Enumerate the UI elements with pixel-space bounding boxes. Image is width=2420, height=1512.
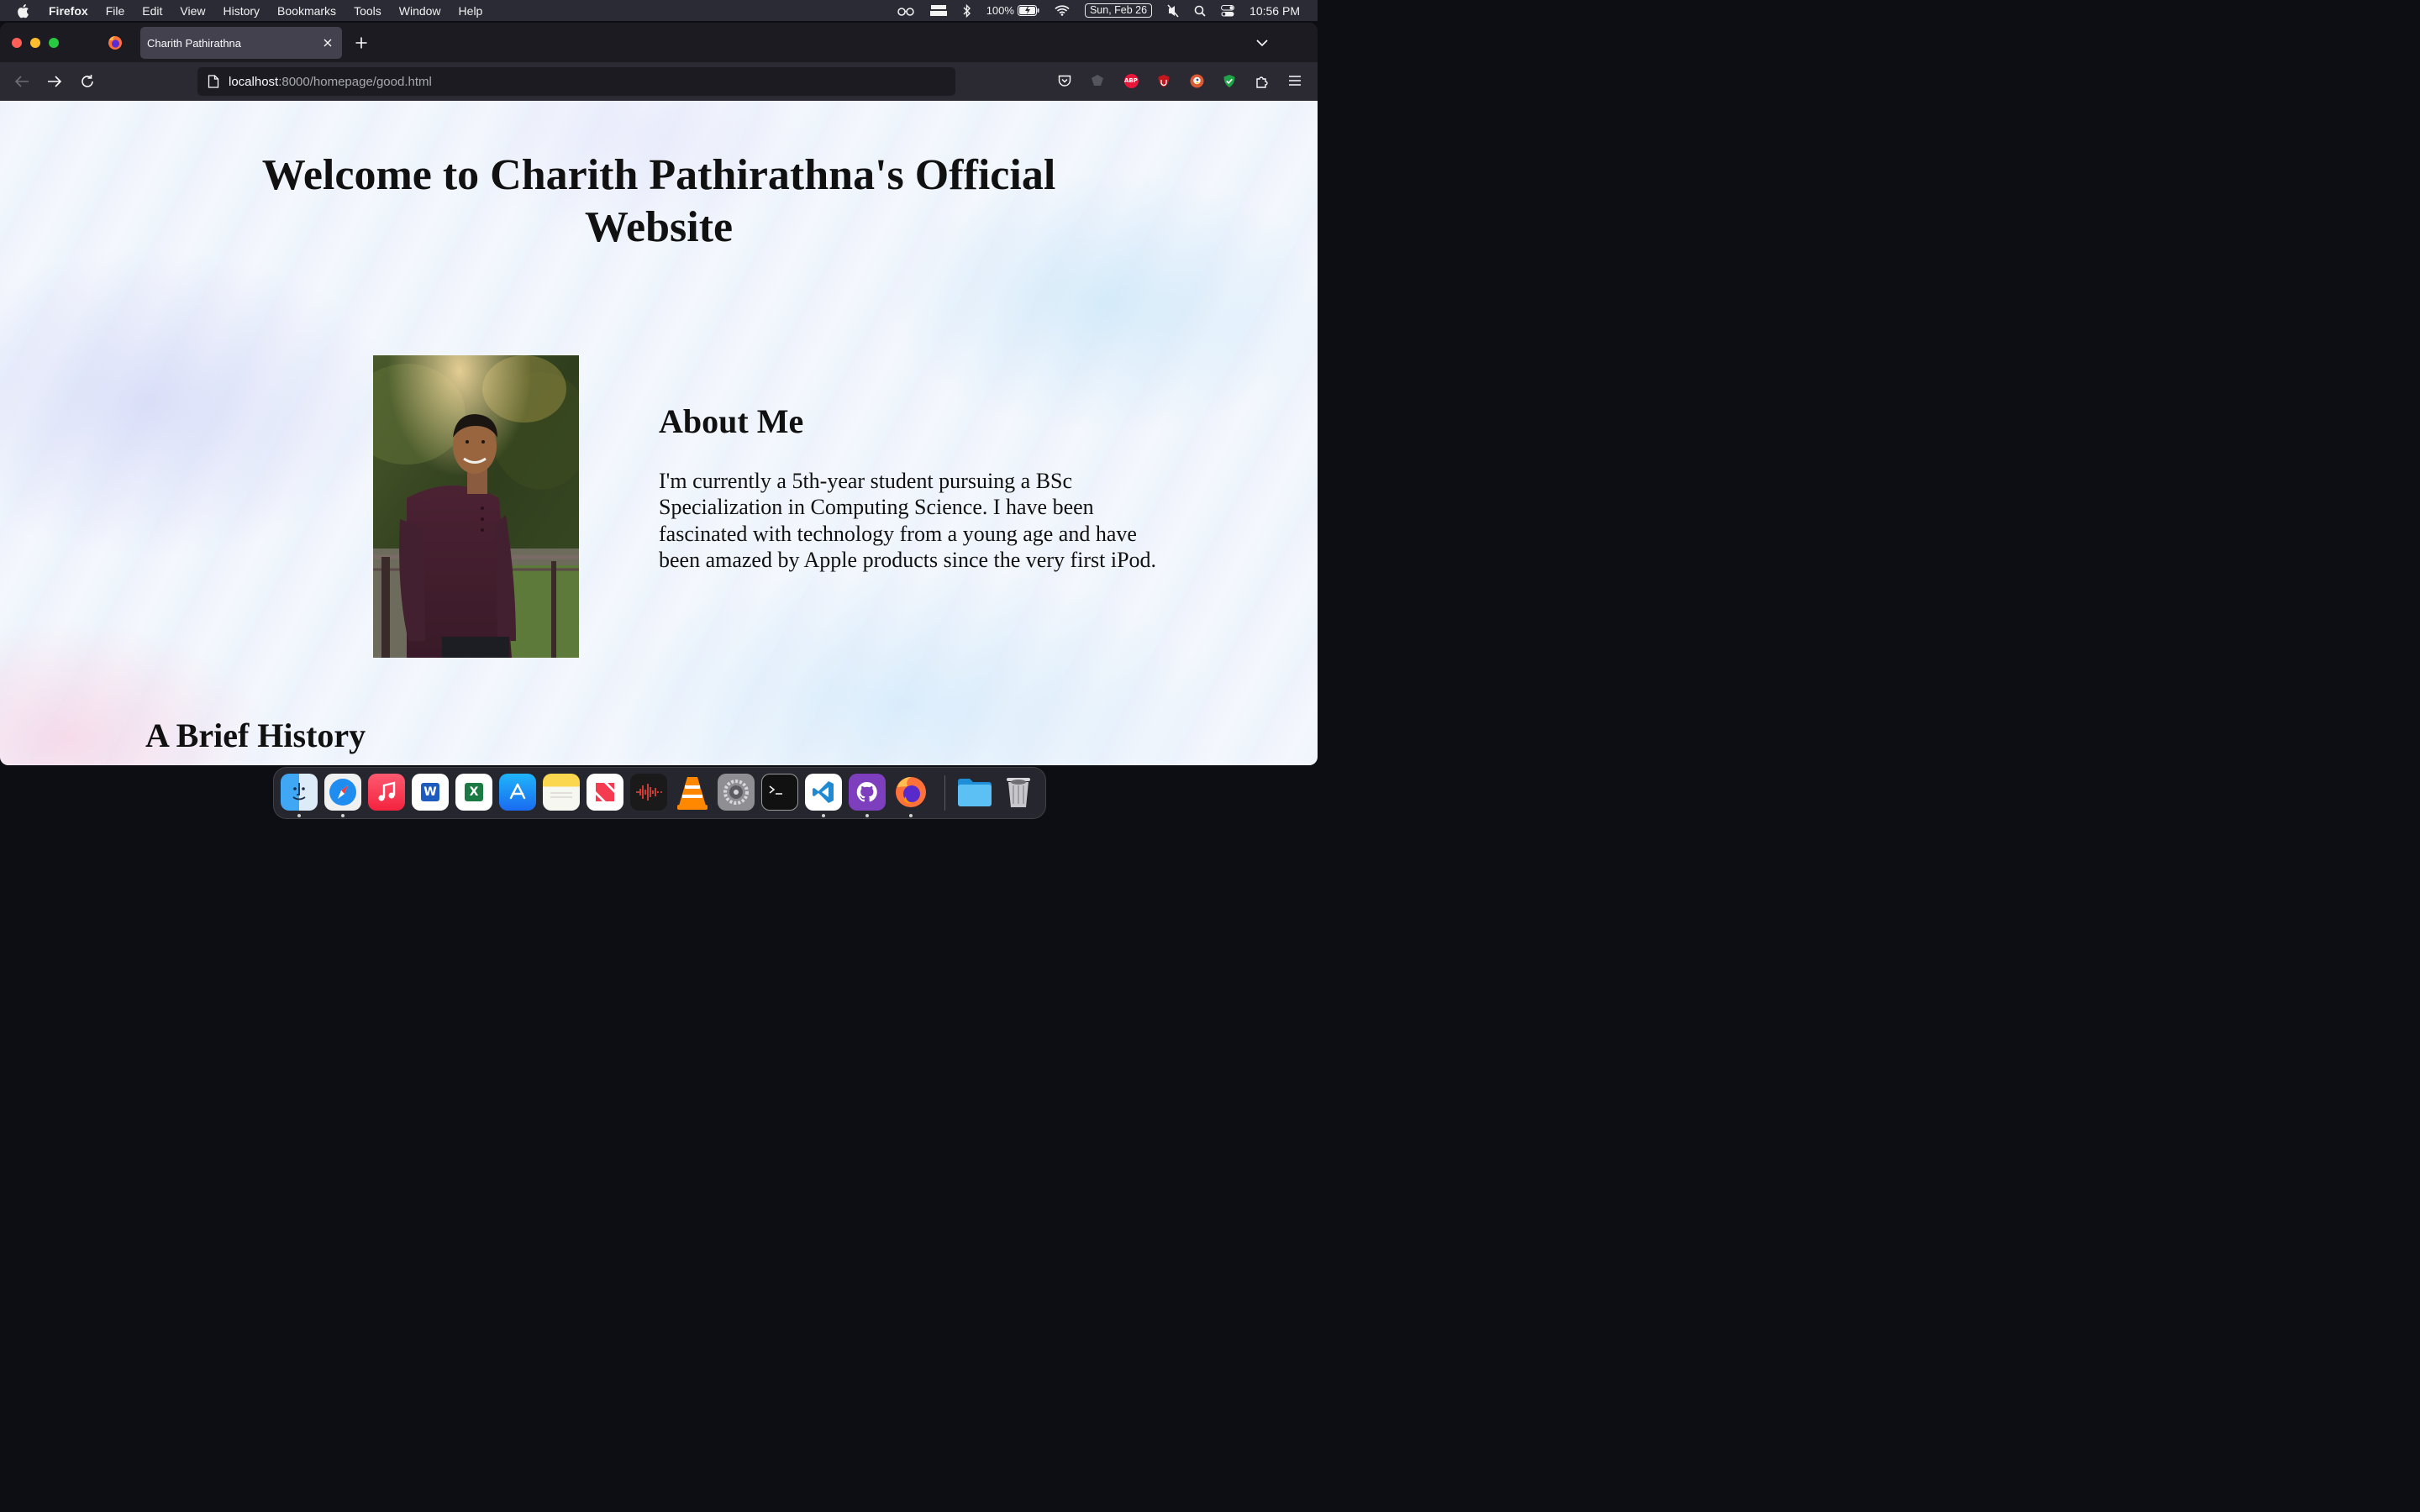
close-window-button[interactable] <box>12 38 22 48</box>
menu-edit[interactable]: Edit <box>142 4 162 18</box>
clock[interactable]: 10:56 PM <box>1249 4 1300 18</box>
duckduckgo-icon[interactable] <box>1189 73 1204 88</box>
dock-finder-icon[interactable] <box>281 774 318 811</box>
date-display[interactable]: Sun, Feb 26 <box>1084 3 1153 18</box>
page-viewport: Welcome to Charith Pathirathna's Officia… <box>0 101 1318 765</box>
firefox-window: Charith Pathirathna localhost:8000/homep… <box>0 23 1318 765</box>
pocket-icon[interactable] <box>1057 73 1072 88</box>
dock-separator <box>944 775 945 811</box>
dock-github-desktop-icon[interactable] <box>849 774 886 811</box>
dock-firefox-icon[interactable] <box>892 774 929 811</box>
excel-letter: X <box>465 783 483 801</box>
battery-percent: 100% <box>986 4 1014 17</box>
dock-safari-icon[interactable] <box>324 774 361 811</box>
battery-icon[interactable] <box>1017 5 1039 16</box>
wifi-icon[interactable] <box>1055 5 1070 16</box>
minimize-window-button[interactable] <box>30 38 40 48</box>
url-path: :8000/homepage/good.html <box>278 75 432 89</box>
menu-tools[interactable]: Tools <box>354 4 381 18</box>
reload-icon[interactable] <box>79 73 96 90</box>
menu-help[interactable]: Help <box>459 4 483 18</box>
dock-news-icon[interactable] <box>587 774 623 811</box>
page-document-icon[interactable] <box>208 75 219 88</box>
macos-menu-bar: Firefox File Edit View History Bookmarks… <box>0 0 1318 21</box>
firefox-running-dot <box>909 814 913 817</box>
extensions-icon[interactable] <box>1255 73 1270 88</box>
about-me-heading: About Me <box>659 402 804 440</box>
navigation-toolbar: localhost:8000/homepage/good.html ABP <box>0 62 1318 101</box>
dock-notes-icon[interactable] <box>543 774 580 811</box>
tab-title: Charith Pathirathna <box>147 37 242 50</box>
url-bar[interactable]: localhost:8000/homepage/good.html <box>197 67 955 96</box>
url-text[interactable]: localhost:8000/homepage/good.html <box>229 75 432 89</box>
dock: W X <box>273 767 1046 819</box>
firefox-view-icon[interactable] <box>108 35 123 50</box>
reading-glasses-icon[interactable] <box>897 6 914 16</box>
apple-logo-icon[interactable] <box>16 3 31 18</box>
new-tab-icon[interactable] <box>355 36 368 50</box>
vscode-running-dot <box>822 814 825 817</box>
tab-charith-pathirathna[interactable]: Charith Pathirathna <box>140 27 342 59</box>
dock-excel-icon[interactable]: X <box>455 774 492 811</box>
dock-trash-icon[interactable] <box>1000 774 1037 811</box>
display-menu-icon[interactable] <box>929 4 948 18</box>
list-all-tabs-chevron-down-icon[interactable] <box>1255 36 1269 50</box>
page-title: Welcome to Charith Pathirathna's Officia… <box>261 151 1056 251</box>
finder-running-dot <box>297 814 301 817</box>
adguard-icon[interactable] <box>1090 73 1105 88</box>
status-menu-extras: 100% Sun, Feb 26 10:56 PM <box>897 0 1318 21</box>
about-me-text: I'm currently a 5th-year student pursuin… <box>659 469 1157 572</box>
dock-vscode-icon[interactable] <box>805 774 842 811</box>
spotlight-search-icon[interactable] <box>1194 5 1206 17</box>
forward-arrow-icon[interactable] <box>46 73 63 90</box>
close-tab-icon[interactable] <box>322 37 334 49</box>
bluetooth-icon[interactable] <box>963 3 971 18</box>
menu-app-firefox[interactable]: Firefox <box>49 4 88 18</box>
dock-music-icon[interactable] <box>368 774 405 811</box>
mute-icon[interactable] <box>1167 4 1179 18</box>
tab-bar: Charith Pathirathna <box>0 23 1318 62</box>
adblock-plus-label: ABP <box>1123 73 1139 88</box>
menu-view[interactable]: View <box>180 4 205 18</box>
dock-word-icon[interactable]: W <box>412 774 449 811</box>
menu-window[interactable]: Window <box>399 4 441 18</box>
dock-app-store-icon[interactable] <box>499 774 536 811</box>
github-desktop-running-dot <box>865 814 869 817</box>
menu-hamburger-icon[interactable] <box>1287 73 1302 88</box>
adblock-plus-icon[interactable]: ABP <box>1123 73 1139 88</box>
brief-history-heading: A Brief History <box>145 717 366 754</box>
menu-history[interactable]: History <box>223 4 260 18</box>
back-arrow-icon[interactable] <box>13 73 30 90</box>
safari-running-dot <box>341 814 345 817</box>
control-center-icon[interactable] <box>1221 4 1235 17</box>
dock-vlc-icon[interactable] <box>674 774 711 811</box>
menu-file[interactable]: File <box>106 4 125 18</box>
zoom-window-button[interactable] <box>49 38 59 48</box>
word-letter: W <box>421 783 439 801</box>
ublock-origin-icon[interactable] <box>1156 73 1171 88</box>
dock-system-preferences-icon[interactable] <box>718 774 755 811</box>
profile-photo <box>373 355 579 658</box>
dock-folder-icon[interactable] <box>956 774 993 811</box>
privacy-shield-icon[interactable] <box>1222 73 1237 88</box>
url-host: localhost <box>229 75 279 89</box>
menu-bookmarks[interactable]: Bookmarks <box>277 4 336 18</box>
dock-voice-memos-icon[interactable] <box>630 774 667 811</box>
dock-terminal-icon[interactable] <box>761 774 798 811</box>
